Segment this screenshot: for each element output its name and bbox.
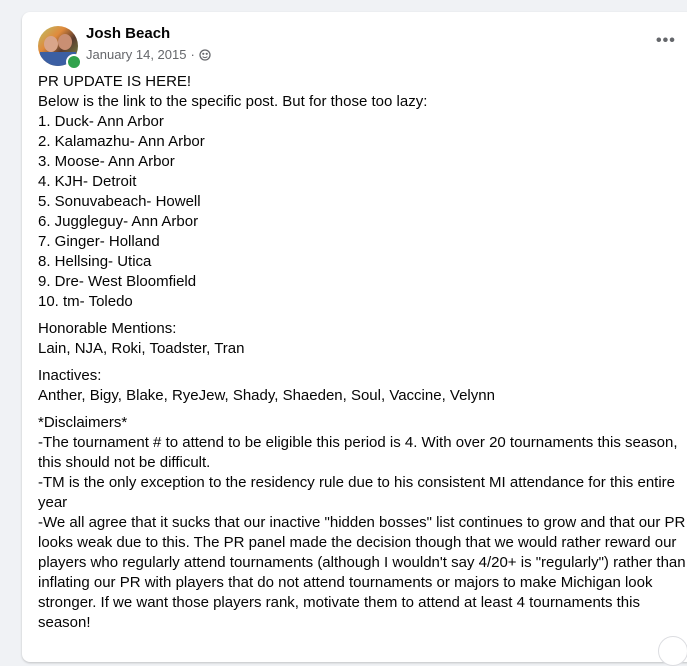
ranking-item: 10. tm- Toledo <box>38 293 133 310</box>
online-status-dot <box>66 54 82 70</box>
ranking-item: 3. Moose- Ann Arbor <box>38 153 175 170</box>
post-line: Below is the link to the specific post. … <box>38 93 428 110</box>
post-meta: January 14, 2015 · <box>86 47 211 62</box>
post-date[interactable]: January 14, 2015 <box>86 47 186 62</box>
disclaimers-title: *Disclaimers* <box>38 414 128 431</box>
author-name[interactable]: Josh Beach <box>86 25 170 42</box>
honorable-title: Honorable Mentions: <box>38 320 177 337</box>
more-options-icon[interactable]: ••• <box>656 32 676 50</box>
ranking-item: 6. Juggleguy- Ann Arbor <box>38 213 199 230</box>
disclaimers: *Disclaimers* -The tournament # to atten… <box>38 413 687 633</box>
disclaimer-item: -We all agree that it sucks that our ina… <box>38 514 686 631</box>
disclaimer-item: -TM is the only exception to the residen… <box>38 474 675 511</box>
ranking-item: 2. Kalamazhu- Ann Arbor <box>38 133 205 150</box>
post-card: Josh Beach January 14, 2015 · ••• PR UPD… <box>22 12 687 666</box>
inactives-title: Inactives: <box>38 367 102 384</box>
ranking-item: 8. Hellsing- Utica <box>38 253 152 270</box>
ranking-block: PR UPDATE IS HERE! Below is the link to … <box>38 72 687 312</box>
ranking-item: 9. Dre- West Bloomfield <box>38 273 197 290</box>
ranking-item: 1. Duck- Ann Arbor <box>38 113 164 130</box>
honorable-list: Lain, NJA, Roki, Toadster, Tran <box>38 340 245 357</box>
ranking-item: 4. KJH- Detroit <box>38 173 137 190</box>
inactives-list: Anther, Bigy, Blake, RyeJew, Shady, Shae… <box>38 387 495 404</box>
disclaimer-item: -The tournament # to attend to be eligib… <box>38 434 678 471</box>
inactives: Inactives: Anther, Bigy, Blake, RyeJew, … <box>38 366 687 406</box>
globe-icon[interactable] <box>199 48 211 61</box>
meta-separator: · <box>190 47 195 62</box>
post-body: PR UPDATE IS HERE! Below is the link to … <box>38 72 687 640</box>
corner-action-button[interactable] <box>658 636 687 666</box>
post-line: PR UPDATE IS HERE! <box>38 73 192 90</box>
ranking-item: 5. Sonuvabeach- Howell <box>38 193 201 210</box>
ranking-item: 7. Ginger- Holland <box>38 233 160 250</box>
honorable-mentions: Honorable Mentions: Lain, NJA, Roki, Toa… <box>38 319 687 359</box>
